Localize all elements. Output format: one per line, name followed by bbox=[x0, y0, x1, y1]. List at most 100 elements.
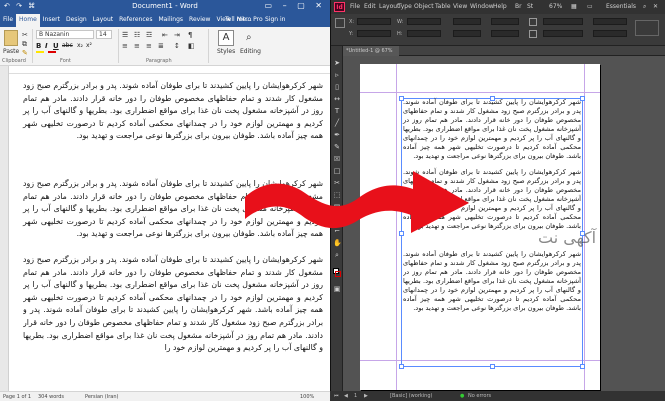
menu-file[interactable]: File bbox=[350, 3, 360, 10]
stroke-color-icon[interactable] bbox=[335, 271, 341, 277]
sign-in-link[interactable]: Sign in bbox=[262, 14, 288, 27]
effects-field[interactable] bbox=[593, 18, 627, 25]
tab-review[interactable]: Review bbox=[186, 14, 213, 27]
menu-view[interactable]: View bbox=[453, 3, 467, 10]
direct-selection-tool-icon[interactable]: ▹ bbox=[333, 72, 341, 79]
next-page-icon[interactable]: ▶ bbox=[364, 393, 368, 399]
editing-button[interactable]: Editing bbox=[240, 48, 261, 55]
menu-table[interactable]: Table bbox=[435, 3, 451, 10]
rectangle-frame-tool-icon[interactable]: ☒ bbox=[333, 156, 341, 163]
zoom-level-field[interactable]: 67% bbox=[549, 3, 562, 10]
search-icon[interactable]: ⌕ bbox=[643, 3, 646, 11]
window-controls[interactable]: ✕ bbox=[653, 3, 658, 10]
reference-point-icon[interactable] bbox=[335, 18, 345, 28]
frame-handle[interactable] bbox=[580, 364, 585, 369]
styles-button[interactable]: Styles bbox=[217, 48, 235, 55]
numbering-icon[interactable]: ☷ bbox=[134, 31, 140, 39]
zoom-level[interactable]: 100% bbox=[300, 394, 314, 400]
show-marks-icon[interactable]: ¶ bbox=[188, 31, 192, 39]
document-tab[interactable]: *Untitled-1 @ 67% bbox=[343, 46, 399, 56]
word-count[interactable]: 304 words bbox=[38, 394, 64, 400]
selection-tool-icon[interactable]: ➤ bbox=[333, 60, 341, 67]
height-field[interactable] bbox=[407, 30, 441, 37]
screen-mode-tool-icon[interactable]: ▣ bbox=[333, 286, 341, 293]
page-count[interactable]: Page 1 of 1 bbox=[3, 394, 31, 400]
highlight-color-icon[interactable] bbox=[36, 51, 44, 53]
line-spacing-icon[interactable]: ↕ bbox=[174, 42, 180, 50]
tab-layout[interactable]: Layout bbox=[90, 14, 116, 27]
x-field[interactable] bbox=[357, 18, 391, 25]
font-color-icon[interactable] bbox=[48, 51, 56, 53]
align-center-icon[interactable]: ≡ bbox=[134, 42, 140, 50]
tab-design[interactable]: Design bbox=[63, 14, 90, 27]
hand-tool-icon[interactable]: ✋ bbox=[333, 240, 342, 247]
indesign-paragraph-1[interactable]: شهر کرکرهوایشان را پایین کشیدند تا برای … bbox=[403, 98, 581, 161]
type-tool-icon[interactable]: T bbox=[333, 108, 341, 115]
scale-x-field[interactable] bbox=[453, 18, 481, 25]
word-paragraph-1[interactable]: شهر کرکرهوایشان را پایین کشیدند تا برای … bbox=[23, 80, 323, 143]
multilevel-list-icon[interactable]: ☲ bbox=[146, 31, 152, 39]
frame-handle[interactable] bbox=[399, 364, 404, 369]
frame-handle[interactable] bbox=[490, 364, 495, 369]
format-painter-icon[interactable]: ✎ bbox=[22, 49, 28, 57]
superscript-button[interactable]: x² bbox=[86, 42, 92, 49]
preflight-status[interactable]: No errors bbox=[468, 393, 491, 399]
page-tool-icon[interactable]: ▯ bbox=[333, 84, 341, 91]
paste-button[interactable]: Paste bbox=[3, 48, 19, 55]
width-field[interactable] bbox=[407, 18, 441, 25]
prev-page-icon[interactable]: ◀ bbox=[344, 393, 348, 399]
tab-file[interactable]: File bbox=[0, 14, 16, 27]
underline-button[interactable]: U bbox=[53, 42, 59, 50]
gap-tool-icon[interactable]: ↔ bbox=[333, 96, 341, 103]
subscript-button[interactable]: x₂ bbox=[77, 42, 83, 49]
indesign-paragraph-3[interactable]: شهر کرکرهوایشان را پایین کشیدند تا برای … bbox=[403, 250, 581, 362]
align-left-icon[interactable]: ≡ bbox=[122, 42, 128, 50]
screen-mode-icon[interactable]: ▭ bbox=[587, 3, 593, 10]
language-indicator[interactable]: Persian (Iran) bbox=[85, 394, 118, 400]
styles-icon[interactable]: A bbox=[218, 30, 234, 46]
menu-layout[interactable]: Layout bbox=[379, 3, 399, 10]
menu-type[interactable]: Type bbox=[398, 3, 412, 10]
tab-insert[interactable]: Insert bbox=[40, 14, 63, 27]
stroke-swatch-icon[interactable] bbox=[529, 30, 537, 38]
increase-indent-icon[interactable]: ⇥ bbox=[174, 31, 180, 39]
justify-icon[interactable]: ≣ bbox=[158, 42, 164, 50]
copy-icon[interactable]: ⧉ bbox=[22, 40, 27, 49]
bullets-icon[interactable]: ☰ bbox=[122, 31, 128, 39]
pen-tool-icon[interactable]: ✒ bbox=[333, 132, 341, 139]
bold-button[interactable]: B bbox=[36, 42, 41, 50]
strikethrough-button[interactable]: abc bbox=[62, 42, 73, 49]
workspace-switcher[interactable]: Essentials bbox=[606, 3, 636, 10]
page-number-field[interactable]: 1 bbox=[354, 393, 357, 399]
zoom-tool-icon[interactable]: ⌕ bbox=[333, 252, 341, 259]
tab-mailings[interactable]: Mailings bbox=[155, 14, 186, 27]
cut-icon[interactable]: ✂ bbox=[22, 31, 28, 39]
align-right-icon[interactable]: ≡ bbox=[146, 42, 152, 50]
shading-icon[interactable]: ◧ bbox=[188, 42, 195, 50]
tell-me-box[interactable]: Tell me... bbox=[222, 14, 255, 27]
pencil-tool-icon[interactable]: ✎ bbox=[333, 144, 341, 151]
frame-fitting-icon[interactable] bbox=[635, 20, 659, 36]
scale-y-field[interactable] bbox=[453, 30, 481, 37]
rotation-field[interactable] bbox=[491, 18, 519, 25]
italic-button[interactable]: I bbox=[45, 42, 48, 50]
first-page-icon[interactable]: ⏮ bbox=[334, 393, 339, 399]
shear-field[interactable] bbox=[491, 30, 519, 37]
menu-window[interactable]: Window bbox=[470, 3, 494, 10]
bridge-icon[interactable]: Br bbox=[515, 3, 522, 10]
fill-swatch-icon[interactable] bbox=[529, 18, 537, 26]
word-paragraph-3[interactable]: شهر کرکرهوایشان را پایین کشیدند تا برای … bbox=[23, 254, 323, 386]
tab-references[interactable]: References bbox=[116, 14, 155, 27]
stock-icon[interactable]: St bbox=[527, 3, 533, 10]
y-field[interactable] bbox=[357, 30, 391, 37]
stroke-weight-field[interactable] bbox=[543, 18, 583, 25]
paste-icon[interactable] bbox=[4, 30, 18, 46]
tab-home[interactable]: Home bbox=[16, 14, 40, 27]
menu-object[interactable]: Object bbox=[414, 3, 434, 10]
font-name-box[interactable]: B Nazanin bbox=[36, 30, 94, 39]
decrease-indent-icon[interactable]: ⇤ bbox=[162, 31, 168, 39]
preflight-profile[interactable]: [Basic] (working) bbox=[390, 393, 432, 399]
stroke-type-field[interactable] bbox=[543, 30, 583, 37]
menu-edit[interactable]: Edit bbox=[364, 3, 376, 10]
find-icon[interactable]: ⌕ bbox=[246, 32, 252, 43]
